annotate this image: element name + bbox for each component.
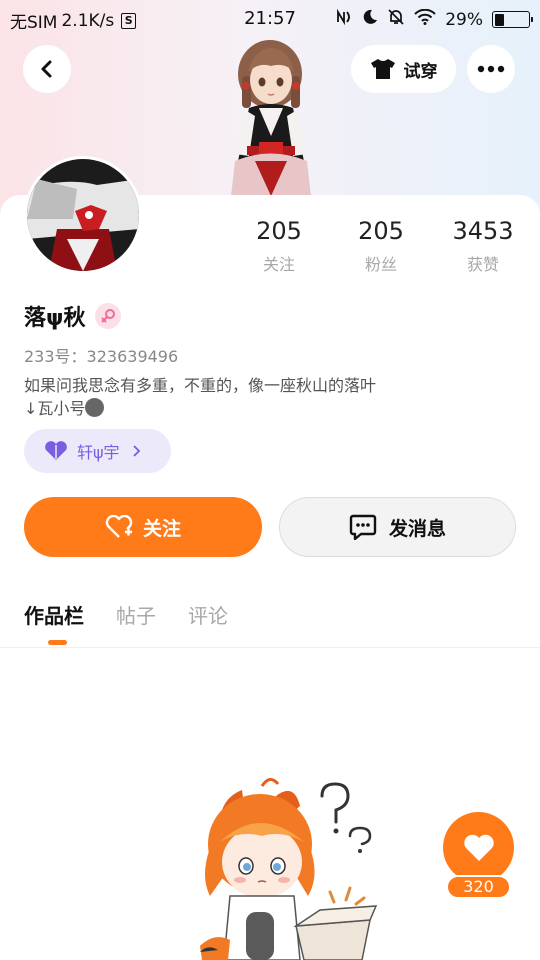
stat-followers[interactable]: 205 粉丝 — [331, 217, 431, 275]
like-button[interactable] — [443, 812, 514, 883]
bio-line-2-row: ↓瓦小号 — [24, 397, 376, 420]
stat-following[interactable]: 205 关注 — [229, 217, 329, 275]
fan-badge-label: 轩ψ宇 — [77, 443, 120, 462]
back-button[interactable] — [23, 45, 71, 93]
profile-name: 落ψ秋 — [24, 306, 86, 331]
send-message-button[interactable]: 发消息 — [279, 497, 516, 557]
bio-line-2: ↓瓦小号 — [24, 399, 86, 418]
heart-plus-icon — [105, 515, 133, 538]
tab-divider — [0, 647, 540, 648]
stat-label: 关注 — [262, 255, 295, 274]
follow-label: 关注 — [142, 517, 181, 540]
stat-value: 3453 — [452, 217, 514, 245]
status-bar: 无SIM 2.1K/s S 21:57 29% — [0, 0, 540, 36]
wifi-icon — [414, 8, 436, 30]
more-dots-icon — [477, 65, 505, 73]
status-right: 29% — [335, 8, 533, 31]
stat-value: 205 — [256, 217, 302, 245]
empty-state-mascot-illustration — [200, 778, 378, 960]
follow-button[interactable]: 关注 — [24, 497, 262, 557]
heart-icon — [463, 834, 494, 861]
purple-heart-icon — [45, 441, 67, 460]
tshirt-icon — [370, 59, 395, 79]
send-message-label: 发消息 — [388, 517, 446, 540]
try-on-label: 试穿 — [403, 61, 438, 82]
tab-comments[interactable]: 评论 — [188, 600, 228, 629]
mute-bell-icon — [387, 8, 405, 31]
stat-label: 获赞 — [466, 255, 499, 274]
bio-line-1: 如果问我思念有多重，不重的，像一座秋山的落叶 — [24, 376, 377, 395]
chevron-left-icon — [41, 60, 52, 78]
fan-badge[interactable]: 轩ψ宇 — [24, 429, 171, 473]
tab-works[interactable]: 作品栏 — [24, 600, 84, 645]
avatar[interactable] — [24, 156, 142, 274]
battery-fill — [494, 13, 505, 26]
bio: 如果问我思念有多重，不重的，像一座秋山的落叶 ↓瓦小号 — [24, 374, 376, 420]
emoji-icon — [85, 398, 105, 417]
more-options-button[interactable] — [467, 45, 515, 93]
battery-icon — [492, 11, 533, 28]
chat-bubble-icon — [349, 514, 377, 540]
user-id: 233号：323639496 — [24, 347, 179, 366]
avatar-image — [27, 159, 139, 271]
nfc-icon — [335, 8, 353, 30]
chevron-right-icon — [132, 445, 140, 457]
stat-label: 粉丝 — [364, 255, 397, 274]
try-on-button[interactable]: 试穿 — [351, 45, 456, 93]
female-icon — [95, 303, 122, 329]
tab-posts[interactable]: 帖子 — [116, 600, 156, 629]
avatar-character-illustration — [231, 40, 311, 196]
stat-likes[interactable]: 3453 获赞 — [433, 217, 533, 275]
stat-value: 205 — [358, 217, 404, 245]
name-row: 落ψ秋 — [24, 300, 122, 332]
battery-percent: 29% — [445, 9, 483, 30]
like-count-badge: 320 — [446, 875, 511, 899]
moon-icon — [362, 9, 378, 30]
content-tabs: 作品栏 帖子 评论 — [24, 600, 228, 645]
